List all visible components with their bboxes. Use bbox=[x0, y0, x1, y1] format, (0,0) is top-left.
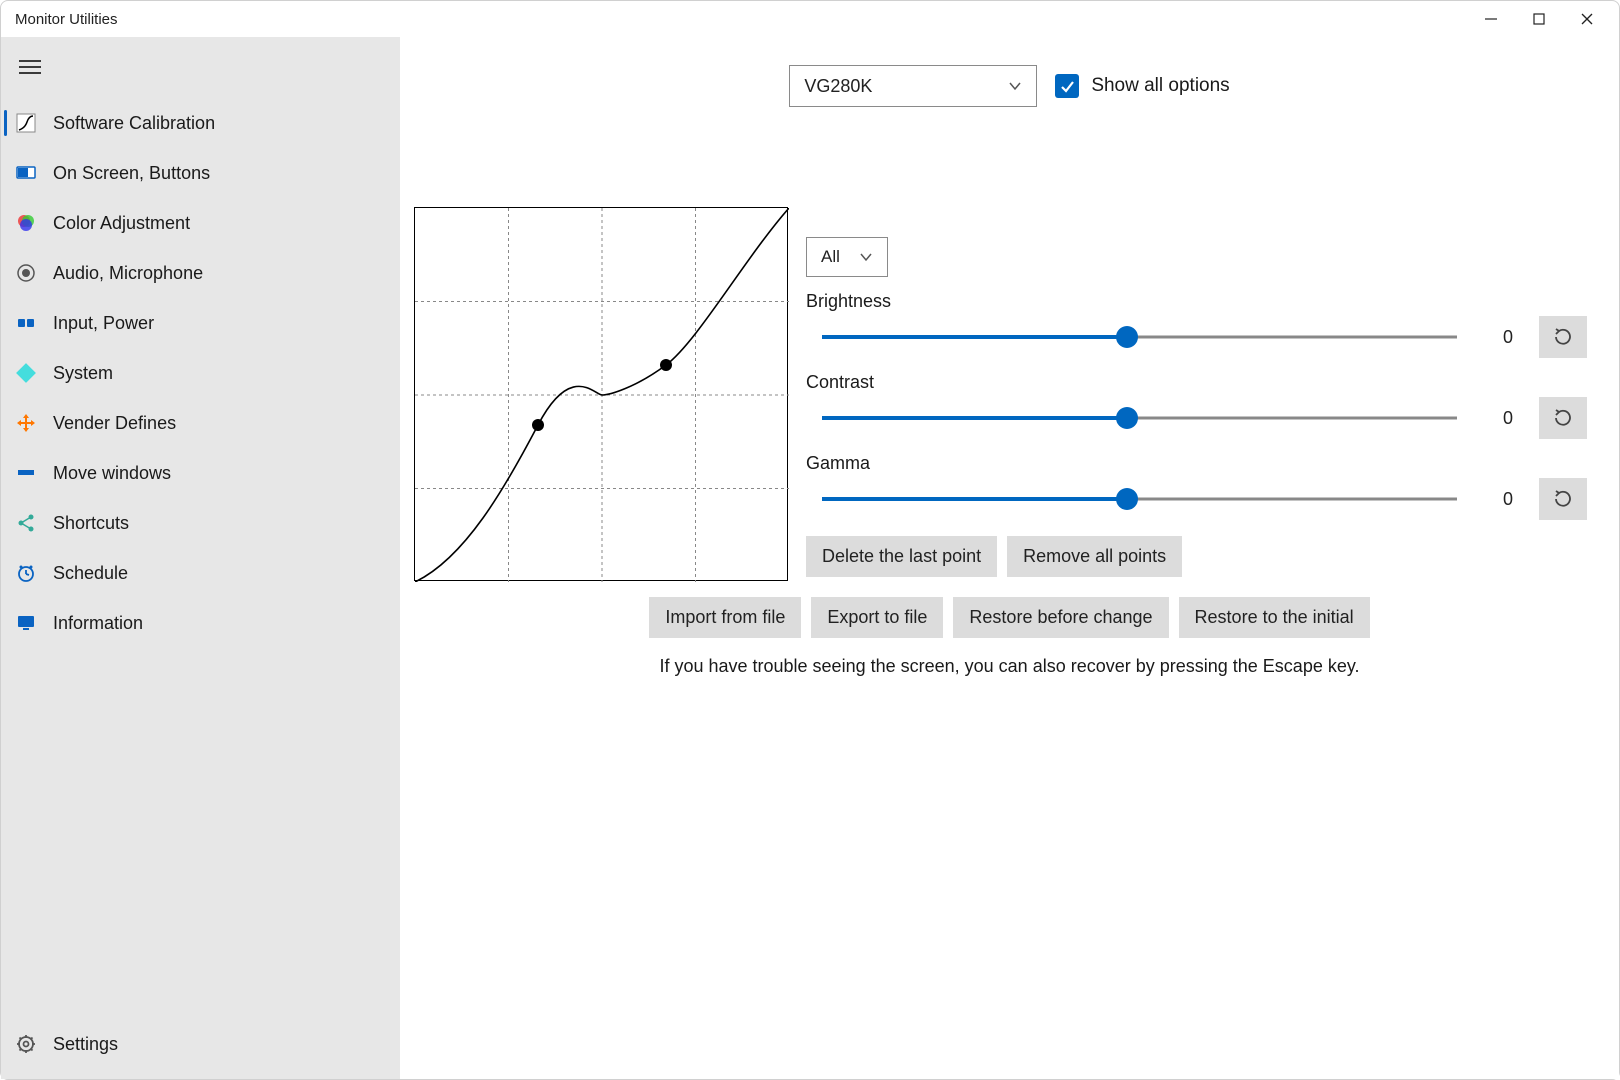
brightness-row: 0 bbox=[806, 316, 1587, 358]
sidebar-item-label: System bbox=[53, 363, 113, 384]
hint-text: If you have trouble seeing the screen, y… bbox=[432, 656, 1587, 677]
gamma-reset-button[interactable] bbox=[1539, 478, 1587, 520]
close-icon bbox=[1580, 12, 1594, 26]
main-panel: VG280K Show all options bbox=[400, 37, 1619, 1079]
sidebar-item-vender-defines[interactable]: Vender Defines bbox=[1, 398, 400, 448]
windows-icon bbox=[15, 462, 37, 484]
brightness-slider[interactable] bbox=[822, 322, 1457, 352]
sidebar-item-input-power[interactable]: Input, Power bbox=[1, 298, 400, 348]
delete-last-point-button[interactable]: Delete the last point bbox=[806, 536, 997, 577]
reset-icon bbox=[1552, 326, 1574, 348]
sidebar-item-label: Move windows bbox=[53, 463, 171, 484]
channel-select-value: All bbox=[821, 247, 840, 267]
speaker-icon bbox=[15, 262, 37, 284]
nav-list: Software Calibration On Screen, Buttons … bbox=[1, 98, 400, 648]
contrast-reset-button[interactable] bbox=[1539, 397, 1587, 439]
minimize-button[interactable] bbox=[1467, 1, 1515, 37]
move-arrows-icon bbox=[15, 412, 37, 434]
curve-svg bbox=[415, 208, 789, 582]
monitor-select[interactable]: VG280K bbox=[789, 65, 1037, 107]
show-all-checkbox[interactable] bbox=[1055, 74, 1079, 98]
gamma-value: 0 bbox=[1483, 489, 1513, 510]
gamma-label: Gamma bbox=[806, 453, 1587, 474]
brightness-label: Brightness bbox=[806, 291, 1587, 312]
controls-panel: All Brightness 0 Contrast bbox=[806, 207, 1587, 581]
minimize-icon bbox=[1484, 12, 1498, 26]
close-button[interactable] bbox=[1563, 1, 1611, 37]
sidebar-item-move-windows[interactable]: Move windows bbox=[1, 448, 400, 498]
titlebar: Monitor Utilities bbox=[1, 1, 1619, 37]
sidebar: Software Calibration On Screen, Buttons … bbox=[1, 37, 400, 1079]
import-button[interactable]: Import from file bbox=[649, 597, 801, 638]
maximize-button[interactable] bbox=[1515, 1, 1563, 37]
input-icon bbox=[15, 312, 37, 334]
window-title: Monitor Utilities bbox=[15, 11, 1467, 28]
show-all-label: Show all options bbox=[1091, 75, 1229, 97]
check-icon bbox=[1060, 79, 1075, 94]
curve-icon bbox=[15, 112, 37, 134]
brightness-value: 0 bbox=[1483, 327, 1513, 348]
monitor-select-value: VG280K bbox=[804, 76, 872, 97]
sidebar-item-label: Settings bbox=[53, 1034, 118, 1055]
sidebar-item-label: Shortcuts bbox=[53, 513, 129, 534]
gear-icon bbox=[15, 1033, 37, 1055]
sidebar-item-label: Schedule bbox=[53, 563, 128, 584]
gamma-row: 0 bbox=[806, 478, 1587, 520]
system-icon bbox=[15, 362, 37, 384]
point-buttons-row: Delete the last point Remove all points bbox=[806, 536, 1587, 577]
sidebar-item-on-screen-buttons[interactable]: On Screen, Buttons bbox=[1, 148, 400, 198]
channel-select[interactable]: All bbox=[806, 237, 888, 277]
export-button[interactable]: Export to file bbox=[811, 597, 943, 638]
show-all-checkbox-wrap[interactable]: Show all options bbox=[1055, 74, 1229, 98]
sidebar-item-shortcuts[interactable]: Shortcuts bbox=[1, 498, 400, 548]
hamburger-icon bbox=[19, 59, 41, 75]
sidebar-item-schedule[interactable]: Schedule bbox=[1, 548, 400, 598]
share-icon bbox=[15, 512, 37, 534]
remove-all-points-button[interactable]: Remove all points bbox=[1007, 536, 1182, 577]
restore-initial-button[interactable]: Restore to the initial bbox=[1179, 597, 1370, 638]
sidebar-item-label: Input, Power bbox=[53, 313, 154, 334]
sidebar-item-audio-microphone[interactable]: Audio, Microphone bbox=[1, 248, 400, 298]
contrast-slider[interactable] bbox=[822, 403, 1457, 433]
clock-icon bbox=[15, 562, 37, 584]
contrast-value: 0 bbox=[1483, 408, 1513, 429]
sidebar-item-label: Information bbox=[53, 613, 143, 634]
contrast-row: 0 bbox=[806, 397, 1587, 439]
reset-icon bbox=[1552, 407, 1574, 429]
maximize-icon bbox=[1532, 12, 1546, 26]
chevron-down-icon bbox=[1008, 79, 1022, 93]
hamburger-button[interactable] bbox=[1, 49, 400, 98]
bottom-buttons-row: Import from file Export to file Restore … bbox=[432, 597, 1587, 638]
sidebar-item-label: Color Adjustment bbox=[53, 213, 190, 234]
sidebar-item-label: On Screen, Buttons bbox=[53, 163, 210, 184]
sidebar-item-settings[interactable]: Settings bbox=[1, 1019, 400, 1069]
display-icon bbox=[15, 612, 37, 634]
app-window: Monitor Utilities Software Calibration bbox=[0, 0, 1620, 1080]
reset-icon bbox=[1552, 488, 1574, 510]
sidebar-item-color-adjustment[interactable]: Color Adjustment bbox=[1, 198, 400, 248]
sidebar-item-label: Audio, Microphone bbox=[53, 263, 203, 284]
mid-row: All Brightness 0 Contrast bbox=[432, 207, 1587, 581]
sidebar-item-software-calibration[interactable]: Software Calibration bbox=[1, 98, 400, 148]
sidebar-item-information[interactable]: Information bbox=[1, 598, 400, 648]
restore-before-button[interactable]: Restore before change bbox=[953, 597, 1168, 638]
monitor-icon bbox=[15, 162, 37, 184]
sidebar-item-system[interactable]: System bbox=[1, 348, 400, 398]
sidebar-item-label: Vender Defines bbox=[53, 413, 176, 434]
rgb-icon bbox=[15, 212, 37, 234]
gamma-slider[interactable] bbox=[822, 484, 1457, 514]
sidebar-item-label: Software Calibration bbox=[53, 113, 215, 134]
body: Software Calibration On Screen, Buttons … bbox=[1, 37, 1619, 1079]
chevron-down-icon bbox=[859, 250, 873, 264]
brightness-reset-button[interactable] bbox=[1539, 316, 1587, 358]
calibration-curve-chart[interactable] bbox=[414, 207, 788, 581]
window-controls bbox=[1467, 1, 1611, 37]
contrast-label: Contrast bbox=[806, 372, 1587, 393]
top-row: VG280K Show all options bbox=[432, 65, 1587, 107]
